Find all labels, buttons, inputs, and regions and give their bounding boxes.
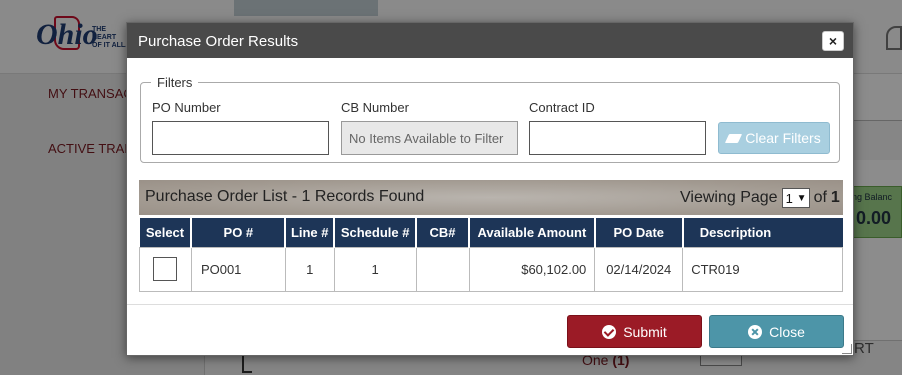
submit-button[interactable]: Submit (567, 315, 702, 348)
filters-legend: Filters (157, 75, 193, 90)
purchase-order-results-modal: Purchase Order Results × Filters PO Numb… (126, 22, 854, 356)
column-header-date: PO Date (594, 218, 684, 247)
cb-cell (415, 246, 470, 292)
schedule-cell: 1 (333, 246, 417, 292)
modal-footer-divider (127, 304, 853, 305)
column-header-amount: Available Amount (469, 218, 596, 247)
table-row: PO001 1 1 $60,102.00 02/14/2024 CTR019 (139, 246, 843, 292)
po-number-label: PO Number (152, 100, 221, 115)
column-header-po: PO # (191, 218, 287, 247)
resize-handle-icon[interactable] (842, 344, 852, 354)
chevron-down-icon: ▼ (796, 192, 807, 204)
close-icon[interactable]: × (822, 31, 844, 51)
column-header-select: Select (139, 218, 193, 247)
date-cell: 02/14/2024 (594, 246, 684, 292)
modal-title: Purchase Order Results (138, 33, 299, 50)
check-circle-icon (602, 324, 617, 339)
close-button[interactable]: Close (709, 315, 844, 348)
viewing-page-label: Viewing Page (680, 189, 778, 206)
description-cell: CTR019 (682, 246, 843, 292)
purchase-order-table: Select PO # Line # Schedule # CB# Availa… (139, 218, 843, 292)
of-label: of (813, 189, 827, 206)
list-header-bar: Purchase Order List - 1 Records Found Vi… (139, 180, 843, 215)
pagination: Viewing Page 1 ▼ of 1 (680, 188, 840, 208)
x-circle-icon (748, 324, 763, 339)
contract-id-input[interactable] (529, 121, 706, 155)
select-cell (139, 246, 192, 292)
line-cell: 1 (284, 246, 335, 292)
page-select-value: 1 (785, 190, 793, 206)
po-cell: PO001 (190, 246, 286, 292)
contract-id-label: Contract ID (529, 100, 595, 115)
po-number-input[interactable] (152, 121, 329, 155)
clear-filters-button[interactable]: Clear Filters (718, 122, 830, 154)
column-header-schedule: Schedule # (334, 218, 418, 247)
row-select-checkbox[interactable] (153, 257, 178, 281)
close-label: Close (769, 323, 805, 340)
column-header-cb: CB# (416, 218, 470, 247)
eraser-icon (725, 133, 743, 143)
list-title: Purchase Order List - 1 Records Found (145, 188, 425, 205)
column-header-line: Line # (285, 218, 336, 247)
modal-header: Purchase Order Results × (127, 23, 853, 58)
submit-label: Submit (623, 323, 667, 340)
column-header-description: Description (682, 218, 843, 247)
table-header-row: Select PO # Line # Schedule # CB# Availa… (139, 218, 843, 247)
cb-number-label: CB Number (341, 100, 409, 115)
total-pages: 1 (830, 189, 840, 206)
amount-cell: $60,102.00 (468, 246, 596, 292)
page-select[interactable]: 1 ▼ (781, 188, 810, 208)
cb-number-input (341, 121, 518, 155)
clear-filters-label: Clear Filters (745, 130, 821, 146)
